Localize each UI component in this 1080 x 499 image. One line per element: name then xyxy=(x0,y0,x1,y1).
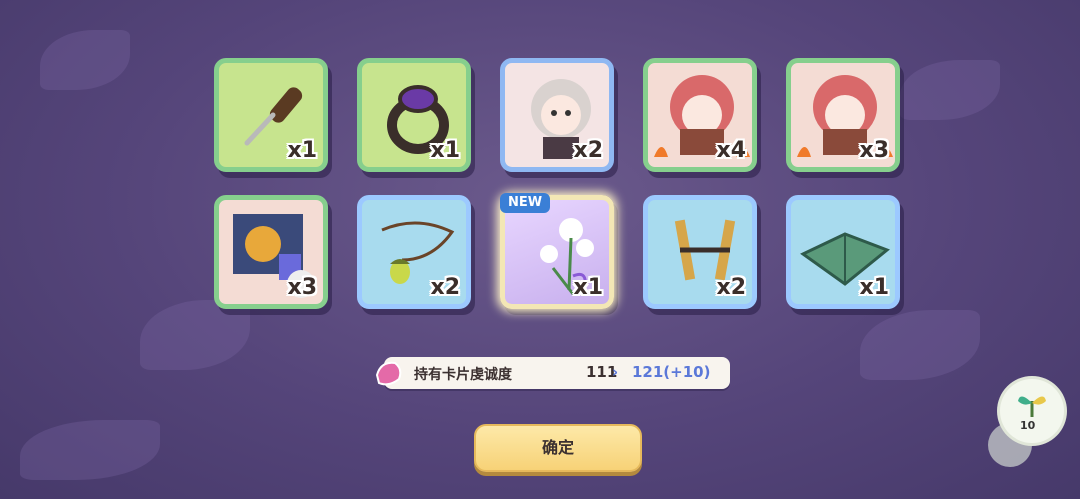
quantity: x1 xyxy=(287,138,318,163)
reward-card-wooden-slingshot[interactable]: x2 xyxy=(643,195,757,309)
background-leaf xyxy=(20,420,160,480)
confirm-button[interactable]: 确定 xyxy=(474,424,642,472)
reward-grid: x1 x1 x2 x4 x3 x3 x2 x1 x2 x1 xyxy=(214,58,902,314)
background-leaf xyxy=(860,310,980,380)
quantity: x3 xyxy=(287,275,318,300)
arrow-icon: › xyxy=(612,363,619,381)
quantity: x1 xyxy=(573,275,604,300)
reward-card-reading-girl[interactable]: x4 xyxy=(643,58,757,172)
reward-card-green-book[interactable]: x1 xyxy=(786,195,900,309)
devotion-stat-bar: 持有卡片虔诚度 111 › 121(+10) xyxy=(384,357,730,389)
background-leaf xyxy=(40,30,130,90)
bubble-count: 10 xyxy=(1020,419,1036,432)
quantity: x2 xyxy=(430,275,461,300)
quantity: x2 xyxy=(716,275,747,300)
pink-gem-icon xyxy=(375,361,402,386)
reward-card-screwdriver[interactable]: x1 xyxy=(214,58,328,172)
reward-card-reading-girl[interactable]: x3 xyxy=(786,58,900,172)
reward-card-acorn-necklace[interactable]: x2 xyxy=(357,195,471,309)
quantity: x4 xyxy=(716,138,747,163)
quantity: x1 xyxy=(859,275,890,300)
devotion-label: 持有卡片虔诚度 xyxy=(414,367,512,383)
devotion-new-value: 121(+10) xyxy=(632,363,711,381)
quantity: x2 xyxy=(573,138,604,163)
background-leaf xyxy=(900,60,1000,120)
reward-card-girl-character[interactable]: x2 xyxy=(500,58,614,172)
sprout-icon xyxy=(1018,396,1046,417)
side-reward-bubble[interactable]: 10 xyxy=(1000,379,1064,443)
new-badge: NEW xyxy=(500,193,550,213)
reward-card-gem-ring[interactable]: x1 xyxy=(357,58,471,172)
reward-card-treasure-poster[interactable]: x3 xyxy=(214,195,328,309)
quantity: x1 xyxy=(430,138,461,163)
quantity: x3 xyxy=(859,138,890,163)
